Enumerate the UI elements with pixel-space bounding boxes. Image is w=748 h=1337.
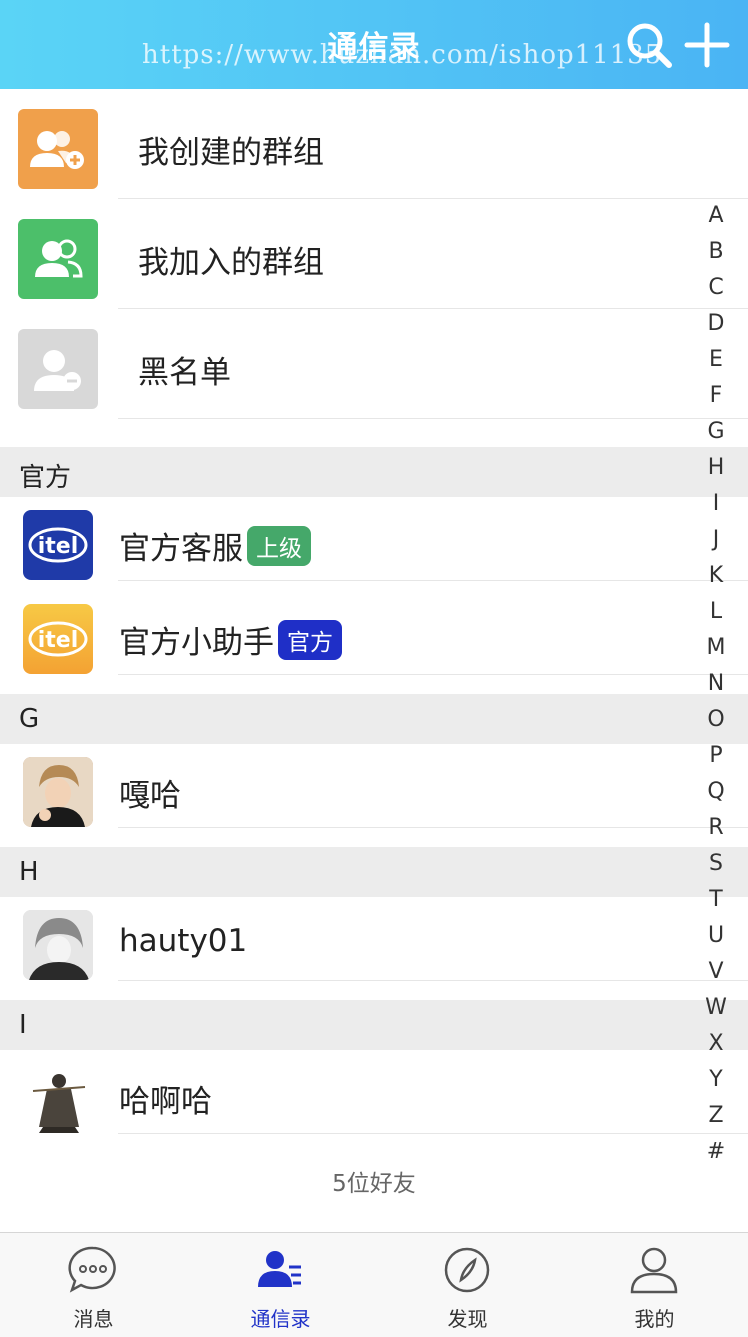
user-avatar (23, 910, 93, 980)
index-letter[interactable]: N (708, 668, 724, 704)
section-label: I (19, 1010, 27, 1040)
user-avatar (23, 1063, 93, 1133)
section-label: H (19, 857, 39, 887)
compass-icon (444, 1247, 490, 1293)
person-icon (630, 1247, 678, 1294)
contact-name-text: 官方小助手 (119, 625, 274, 661)
index-letter[interactable]: Z (708, 1100, 723, 1136)
index-letter[interactable]: L (710, 596, 722, 632)
section-header-h: H (0, 847, 748, 897)
section-header-g: G (0, 694, 748, 744)
index-letter[interactable]: C (708, 272, 723, 308)
contact-official-helper[interactable]: itel 官方小助手 官方 (0, 591, 748, 675)
contact-name-text: 官方客服 (119, 531, 243, 567)
svg-text:itel: itel (38, 628, 79, 653)
index-letter[interactable]: V (708, 956, 723, 992)
contact-name: 官方小助手 官方 (119, 617, 342, 662)
tab-label: 消息 (73, 1307, 114, 1331)
watermark-text: https://www.huzhan.com/ishop11135 (142, 40, 663, 70)
row-divider (118, 674, 748, 675)
contact-name: hauty01 (119, 923, 248, 959)
svg-text:itel: itel (38, 534, 79, 559)
joined-group-icon (18, 219, 98, 299)
chat-bubble-icon (68, 1246, 116, 1293)
contact-name: 嘎哈 (119, 778, 181, 814)
row-divider (118, 980, 748, 981)
official-badge: 官方 (278, 620, 342, 660)
contact-official-service[interactable]: itel 官方客服 上级 (0, 497, 748, 581)
bottom-tab-bar: 消息 通信录 发现 我的 (0, 1232, 748, 1337)
itel-logo-avatar: itel (23, 510, 93, 580)
tab-discover[interactable]: 发现 (374, 1233, 561, 1337)
blacklist-row[interactable]: 黑名单 (0, 309, 748, 419)
section-header-official: 官方 (0, 447, 748, 497)
index-letter[interactable]: Q (707, 776, 724, 812)
row-divider (118, 418, 748, 419)
tab-label: 发现 (447, 1307, 488, 1331)
index-letter[interactable]: W (705, 992, 727, 1028)
index-letter[interactable]: U (708, 920, 724, 956)
contact-name: 哈啊哈 (119, 1084, 212, 1120)
index-letter[interactable]: M (707, 632, 726, 668)
my-joined-groups-row[interactable]: 我加入的群组 (0, 199, 748, 309)
add-icon[interactable] (682, 20, 732, 70)
tab-label: 我的 (634, 1307, 675, 1331)
blacklist-icon (18, 329, 98, 409)
search-icon[interactable] (624, 20, 674, 70)
index-letter[interactable]: I (713, 488, 720, 524)
index-letter[interactable]: B (708, 236, 723, 272)
tab-messages[interactable]: 消息 (0, 1233, 187, 1337)
contact-haaha[interactable]: 哈啊哈 (0, 1050, 748, 1134)
index-letter[interactable]: A (708, 200, 723, 236)
contact-hauty01[interactable]: hauty01 (0, 897, 748, 981)
index-letter[interactable]: T (709, 884, 722, 920)
index-letter[interactable]: H (708, 452, 725, 488)
index-letter[interactable]: R (708, 812, 723, 848)
index-letter[interactable]: Y (709, 1064, 722, 1100)
tab-contacts[interactable]: 通信录 (187, 1233, 374, 1337)
index-letter[interactable]: O (707, 704, 724, 740)
tab-me[interactable]: 我的 (561, 1233, 748, 1337)
row-divider (118, 827, 748, 828)
index-letter[interactable]: P (709, 740, 722, 776)
tab-label: 通信录 (250, 1307, 311, 1331)
section-label: 官方 (19, 463, 72, 493)
index-letter[interactable]: K (709, 560, 723, 596)
top-header: 通信录 https://www.huzhan.com/ishop11135 (0, 0, 748, 89)
my-created-groups-row[interactable]: 我创建的群组 (0, 89, 748, 199)
index-letter[interactable]: E (709, 344, 723, 380)
section-label: G (19, 704, 40, 734)
index-letter[interactable]: # (707, 1136, 725, 1172)
user-avatar (23, 757, 93, 827)
index-letter[interactable]: S (709, 848, 723, 884)
contact-gaha[interactable]: 嘎哈 (0, 744, 748, 828)
row-divider (118, 580, 748, 581)
index-letter[interactable]: G (707, 416, 724, 452)
func-label-created-groups: 我创建的群组 (138, 135, 324, 171)
index-letter[interactable]: J (713, 524, 720, 560)
index-letter[interactable]: F (710, 380, 723, 416)
friend-count: 5位好友 (332, 1171, 416, 1197)
superior-badge: 上级 (247, 526, 311, 566)
contacts-icon (258, 1251, 301, 1287)
index-letter[interactable]: X (708, 1028, 723, 1064)
func-label-blacklist: 黑名单 (138, 355, 231, 391)
create-group-icon (18, 109, 98, 189)
itel-logo-avatar: itel (23, 604, 93, 674)
index-letter[interactable]: D (708, 308, 725, 344)
section-header-i: I (0, 1000, 748, 1050)
contact-name: 官方客服 上级 (119, 523, 311, 568)
row-divider (118, 1133, 748, 1134)
alphabet-index[interactable]: A B C D E F G H I J K L M N O P Q R S T U V W X Y Z # (698, 200, 734, 1172)
func-label-joined-groups: 我加入的群组 (138, 245, 324, 281)
